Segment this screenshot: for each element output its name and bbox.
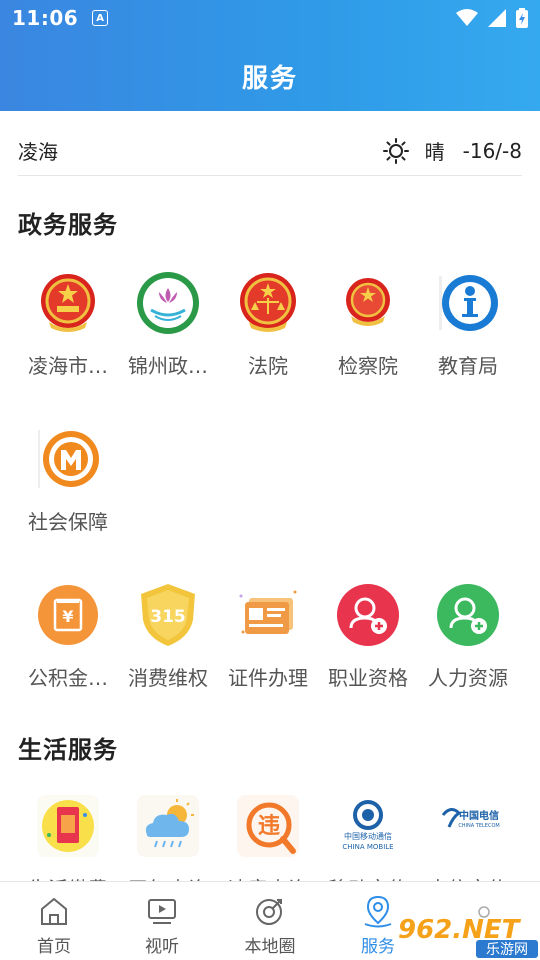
watermark-text-bottom: 乐游网 <box>486 942 528 958</box>
bill-payment-icon <box>37 795 99 857</box>
app-header: 11:06 A 服务 <box>0 0 540 111</box>
gov-item-label: 社会保障 <box>28 510 108 534</box>
nav-local[interactable]: 本地圈 <box>216 882 324 960</box>
gov-item-jinzhou[interactable]: 锦州政… <box>118 270 218 379</box>
nav-label: 视听 <box>145 937 179 957</box>
vocational-qualification-icon <box>337 584 399 646</box>
china-mobile-logo-cn: 中国移动通信 <box>344 831 392 841</box>
notification-icon: A <box>92 10 109 26</box>
gov-item-education[interactable]: 教育局 <box>418 270 518 379</box>
gov-item-label: 凌海市… <box>28 354 108 378</box>
svg-text:315: 315 <box>150 607 186 627</box>
gov-item-linghai[interactable]: 凌海市… <box>18 270 118 379</box>
id-card-icon <box>239 590 297 634</box>
gov-item-label: 锦州政… <box>128 354 208 378</box>
home-icon <box>41 897 67 925</box>
education-bureau-icon <box>439 275 498 331</box>
nav-tv[interactable]: 视听 <box>108 882 216 960</box>
nav-label: 首页 <box>37 937 71 957</box>
section-title-life: 生活服务 <box>18 736 118 764</box>
sun-icon <box>382 137 409 164</box>
service-item-human-resources[interactable]: 人力资源 <box>418 582 518 691</box>
city-name: 凌海 <box>18 140 58 164</box>
china-telecom-logo-en: CHINA TELECOM <box>458 823 499 829</box>
traffic-violation-icon: 违 <box>237 795 299 857</box>
gov-item-label: 法院 <box>248 354 288 378</box>
status-time: 11:06 <box>12 6 79 30</box>
gov-item-label: 教育局 <box>438 354 498 378</box>
page-title: 服务 <box>241 64 298 94</box>
service-item-label: 职业资格 <box>328 666 408 690</box>
service-item-label: 人力资源 <box>428 666 508 690</box>
china-mobile-logo-en: CHINA MOBILE <box>342 843 393 851</box>
service-item-housing-fund[interactable]: ¥ 公积金… <box>18 582 118 691</box>
section-title-gov: 政务服务 <box>18 211 118 239</box>
procuratorate-emblem-icon <box>337 272 399 334</box>
weather-temperature: -16/-8 <box>462 138 522 163</box>
weather-query-icon <box>137 795 199 857</box>
china-telecom-icon: 中国电信 CHINA TELECOM <box>437 795 500 857</box>
human-resources-icon <box>437 584 499 646</box>
status-bar: 11:06 A <box>0 0 540 36</box>
court-emblem-icon <box>240 273 296 332</box>
battery-icon <box>516 8 528 28</box>
gov-item-label: 检察院 <box>338 354 398 378</box>
service-item-label: 消费维权 <box>128 666 208 690</box>
nav-home[interactable]: 首页 <box>0 882 108 960</box>
svg-text:¥: ¥ <box>62 607 73 626</box>
gov-item-social-security[interactable]: 社会保障 <box>18 426 118 535</box>
nav-label: 服务 <box>361 937 395 957</box>
local-circle-icon <box>256 899 282 925</box>
weather-bar[interactable]: 凌海 晴 -16/-8 <box>18 126 522 176</box>
gov-item-court[interactable]: 法院 <box>218 270 318 379</box>
service-item-id-card[interactable]: 证件办理 <box>218 582 318 691</box>
service-item-label: 公积金… <box>28 666 108 690</box>
wifi-icon <box>456 9 478 26</box>
location-pin-icon <box>364 895 392 928</box>
tv-icon <box>148 899 176 924</box>
national-emblem-icon <box>41 274 95 332</box>
china-mobile-icon: 中国移动通信 CHINA MOBILE <box>337 795 399 857</box>
status-icons <box>456 8 528 28</box>
housing-fund-icon: ¥ <box>38 585 98 645</box>
china-telecom-logo-cn: 中国电信 <box>459 809 499 822</box>
jinzhou-gov-logo-icon <box>137 272 199 334</box>
service-item-qualification[interactable]: 职业资格 <box>318 582 418 691</box>
social-security-icon <box>38 430 99 488</box>
weather-condition: 晴 <box>424 140 445 164</box>
watermark-logo: 962.NET 乐游网 <box>398 906 538 958</box>
svg-text:违: 违 <box>258 813 280 839</box>
gov-item-procuratorate[interactable]: 检察院 <box>318 270 418 379</box>
nav-label: 本地圈 <box>244 937 296 957</box>
service-item-label: 证件办理 <box>228 666 308 690</box>
signal-icon <box>488 9 506 27</box>
service-item-consumer-rights[interactable]: 315 消费维权 <box>118 582 218 691</box>
consumer-rights-315-icon: 315 <box>141 584 195 646</box>
weather-info: 晴 -16/-8 <box>382 136 522 165</box>
